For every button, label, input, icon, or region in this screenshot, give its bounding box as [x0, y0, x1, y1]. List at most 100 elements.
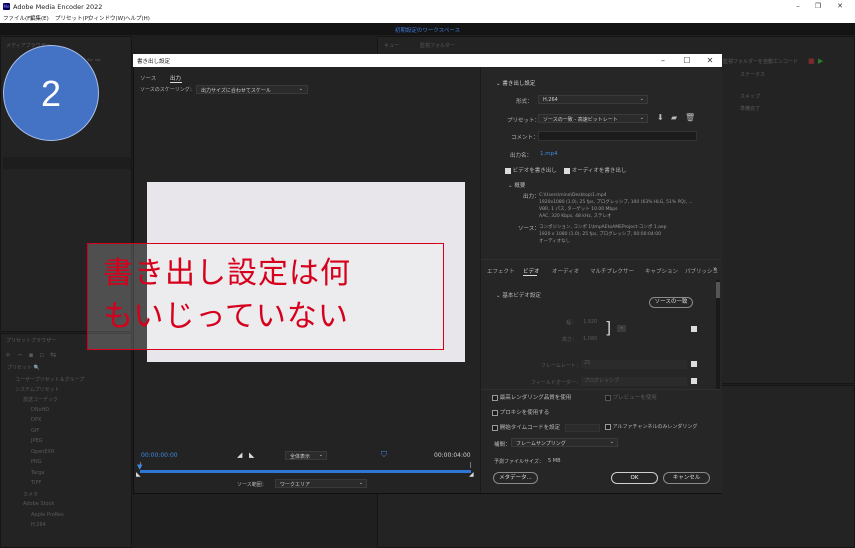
preset-tree: 放送コーデック DNxHD DPX GIF JPEG OpenEXR PNG Targa TIF…	[23, 396, 131, 533]
timecode-field[interactable]	[565, 424, 600, 432]
workspace-tab[interactable]: 初期設定のワークスペース	[0, 26, 855, 34]
set-timecode-checkbox[interactable]: 開始タイムコードを設定	[492, 423, 560, 431]
field-order-checkbox[interactable]	[691, 378, 697, 384]
set-in-point-icon[interactable]: ◢	[237, 451, 242, 459]
timecode-start[interactable]: 00:00:00:00	[141, 452, 178, 459]
browser-row[interactable]	[3, 157, 131, 169]
maximize-button[interactable]: ❐	[811, 2, 825, 11]
cancel-button[interactable]: キャンセル	[663, 472, 710, 484]
comment-field[interactable]	[538, 131, 697, 141]
preset-tree-item[interactable]: カメラ	[23, 491, 131, 502]
auto-encode-checkbox[interactable]: 監視フォルダーを自動エンコード	[723, 58, 798, 65]
preset-tree-item[interactable]: Targa	[23, 470, 131, 481]
tab-watch-folders[interactable]: 監視フォルダー	[420, 42, 455, 49]
frame-rate-select[interactable]: 25	[581, 360, 687, 369]
in-marker-icon[interactable]: ◣	[136, 471, 141, 478]
dialog-close-button[interactable]: ✕	[701, 55, 719, 66]
tab-effects[interactable]: エフェクト	[487, 267, 515, 275]
interpolation-select[interactable]: フレームサンプリング ⌄	[511, 438, 618, 447]
tab-source[interactable]: ソース	[140, 74, 156, 82]
preset-tree-item[interactable]: DPX	[23, 417, 131, 428]
tab-audio[interactable]: オーディオ	[552, 267, 579, 275]
preset-tree-item[interactable]: Adobe Stock	[23, 501, 131, 512]
minimize-button[interactable]: –	[791, 2, 805, 11]
format-select[interactable]: H.264 ⌄	[538, 95, 648, 104]
stop-icon[interactable]: ■	[808, 57, 815, 65]
preset-toolbar-icons[interactable]: +−▪▫⇆	[5, 351, 62, 359]
preset-tree-item[interactable]: OpenEXR	[23, 449, 131, 460]
field-order-label: フィールドオーダー：	[531, 380, 581, 386]
import-preset-icon[interactable]: ▰	[671, 113, 677, 122]
aspect-correction-icon[interactable]: ⛉	[381, 450, 387, 460]
preset-tree-item[interactable]: JPEG	[23, 438, 131, 449]
preset-tree-item[interactable]: GIF	[23, 428, 131, 439]
more-tabs-icon[interactable]: »	[713, 265, 717, 273]
basic-video-header[interactable]: ⌄ 基本ビデオ設定	[496, 291, 541, 299]
export-audio-checkbox[interactable]: オーディオを書き出し	[564, 166, 626, 174]
status-row-skip: スキップ	[740, 94, 761, 100]
width-checkbox[interactable]	[691, 326, 697, 332]
chevron-down-icon: ⌄	[609, 439, 614, 445]
preset-tree-item[interactable]: TIFF	[23, 480, 131, 491]
tab-multiplexer[interactable]: マルチプレクサー	[590, 267, 634, 275]
preset-tree-item[interactable]: PNG	[23, 459, 131, 470]
max-render-quality-checkbox[interactable]: 最高レンダリング品質を使用	[492, 393, 571, 401]
source-range-label: ソース範囲：	[237, 482, 267, 488]
summary-header[interactable]: ⌄ 概要	[508, 181, 525, 189]
output-name-link[interactable]: 1.mp4	[540, 151, 558, 157]
status-row-ready: 準備完了	[740, 106, 761, 112]
summary-output-label: 出力：	[523, 194, 540, 200]
chain-link-icon[interactable]: ∞	[617, 325, 626, 332]
timeline-work-area[interactable]	[140, 470, 471, 473]
dialog-minimize-button[interactable]: –	[654, 55, 672, 66]
scrollbar[interactable]	[716, 280, 720, 390]
preset-browser-panel: プリセットブラウザー +−▪▫⇆ プリセット 🔍 ユーザープリセット＆グループ …	[0, 333, 132, 548]
system-presets-group[interactable]: システムプリセット	[15, 386, 60, 393]
delete-preset-icon[interactable]: 🗑	[685, 113, 695, 122]
set-out-point-icon[interactable]: ◣	[249, 451, 254, 459]
width-value[interactable]: 1,920	[583, 319, 597, 325]
preset-tree-item[interactable]: Apple ProRes	[23, 512, 131, 523]
timecode-end: 00:00:04:00	[434, 452, 471, 459]
user-presets-group[interactable]: ユーザープリセット＆グループ	[15, 376, 84, 383]
match-source-button[interactable]: ソースの一致	[649, 297, 693, 308]
zoom-select[interactable]: 全体表示 ⌄	[285, 451, 327, 460]
playhead-icon[interactable]: ▼	[137, 463, 142, 471]
frame-rate-checkbox[interactable]	[691, 361, 697, 367]
preset-tree-item[interactable]: 放送コーデック	[23, 396, 131, 407]
preset-search-label[interactable]: プリセット 🔍	[7, 364, 40, 371]
metadata-button[interactable]: メタデータ...	[493, 472, 538, 484]
preset-tree-item[interactable]: DNxHD	[23, 407, 131, 418]
preset-tree-item[interactable]: H.264	[23, 522, 131, 533]
menu-edit[interactable]: 編集(E)	[30, 14, 49, 22]
play-icon[interactable]: ▶	[818, 57, 823, 65]
scaling-select[interactable]: 出力サイズに合わせてスケール ⌄	[196, 85, 308, 94]
save-preset-icon[interactable]: ⬇	[657, 113, 664, 122]
tab-video[interactable]: ビデオ	[523, 267, 540, 275]
export-video-checkbox[interactable]: ビデオを書き出し	[505, 166, 557, 174]
workspace-bar: 初期設定のワークスペース	[0, 23, 855, 35]
dialog-title: 書き出し設定	[137, 59, 171, 65]
dialog-maximize-button[interactable]: ☐	[678, 55, 696, 66]
tab-output[interactable]: 出力	[170, 74, 181, 82]
preset-select[interactable]: ソースの一致 - 高速ビットレート ⌄	[538, 114, 648, 123]
menu-preset[interactable]: プリセット(P)	[55, 14, 90, 22]
use-preview-checkbox[interactable]: プレビューを使用	[605, 393, 657, 401]
use-proxy-checkbox[interactable]: プロキシを使用する	[492, 408, 549, 416]
ok-button[interactable]: OK	[611, 472, 658, 484]
alpha-only-checkbox[interactable]: アルファチャンネルのみレンダリング	[605, 423, 697, 430]
output-name-label: 出力名：	[510, 153, 533, 159]
menu-window[interactable]: ウィンドウ(W)	[88, 14, 125, 22]
height-value[interactable]: 1,080	[583, 336, 597, 342]
scrollbar-thumb[interactable]	[716, 282, 720, 298]
tab-queue[interactable]: キュー	[384, 42, 399, 49]
export-settings-header[interactable]: ⌄ 書き出し設定	[496, 79, 535, 87]
field-order-select[interactable]: プログレッシブ	[581, 377, 687, 386]
menu-file[interactable]: ファイル(F)	[3, 14, 32, 22]
out-marker-icon[interactable]: ◢	[469, 471, 474, 478]
source-range-select[interactable]: ワークエリア ⌄	[275, 479, 367, 488]
tab-captions[interactable]: キャプション	[645, 267, 678, 275]
close-button[interactable]: ✕	[833, 2, 847, 11]
menu-bar: ファイル(F) 編集(E) プリセット(P) ウィンドウ(W) ヘルプ(H)	[0, 13, 855, 23]
menu-help[interactable]: ヘルプ(H)	[125, 14, 150, 22]
